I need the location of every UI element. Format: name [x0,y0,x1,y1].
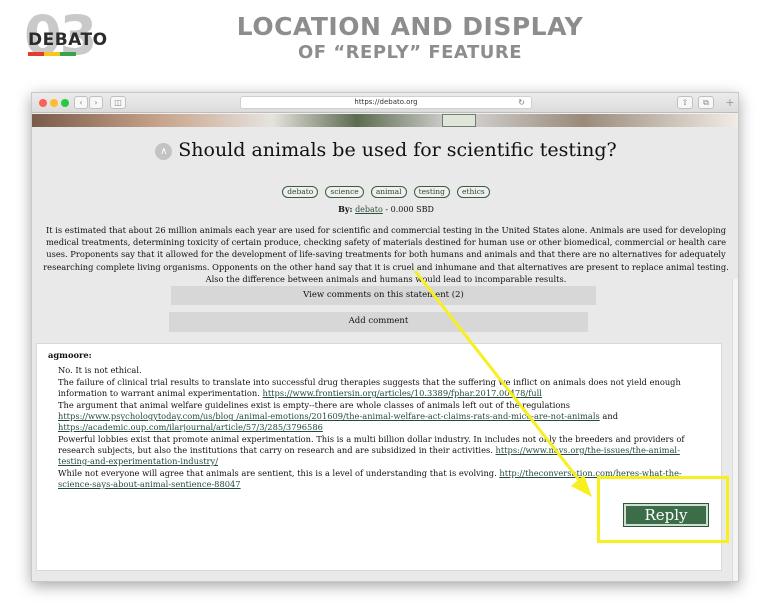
annotation-arrow [413,270,592,497]
arrow-head [571,475,592,497]
arrow-shaft [413,270,585,486]
